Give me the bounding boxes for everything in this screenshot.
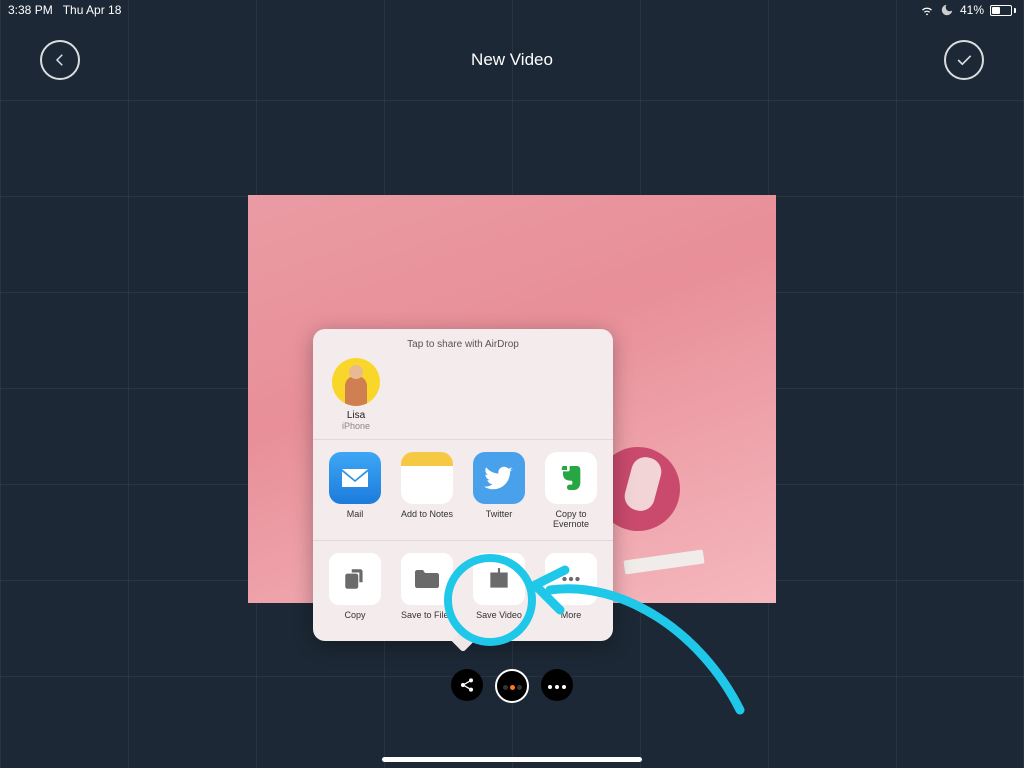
save-video-icon (473, 553, 525, 605)
share-action-save-to-files[interactable]: Save to Files (393, 553, 461, 631)
mail-icon (329, 452, 381, 504)
share-app-notes[interactable]: Add to Notes (393, 452, 461, 530)
folder-icon (401, 553, 453, 605)
airdrop-contact-lisa[interactable]: Lisa iPhone (327, 358, 385, 431)
share-action-more[interactable]: More (537, 553, 605, 631)
battery-icon (990, 5, 1016, 16)
share-sheet: Tap to share with AirDrop Lisa iPhone Ma… (313, 329, 613, 641)
share-icon (459, 677, 475, 693)
share-action-label: Save to Files (401, 611, 453, 631)
wifi-icon (920, 3, 934, 17)
page-title: New Video (471, 50, 553, 70)
arrow-left-icon (51, 51, 69, 69)
battery-percent: 41% (960, 3, 984, 17)
share-app-twitter[interactable]: Twitter (465, 452, 533, 530)
status-bar: 3:38 PM Thu Apr 18 41% (0, 0, 1024, 20)
moon-icon (940, 3, 954, 17)
share-action-label: Save Video (476, 611, 522, 631)
more-icon (545, 553, 597, 605)
share-action-label: More (561, 611, 582, 631)
share-app-evernote[interactable]: Copy to Evernote (537, 452, 605, 530)
avatar (332, 358, 380, 406)
status-date: Thu Apr 18 (63, 3, 122, 17)
dots-icon (502, 677, 523, 695)
airdrop-prompt: Tap to share with AirDrop (327, 339, 599, 350)
share-action-label: Copy (344, 611, 365, 631)
more-button[interactable] (541, 669, 573, 701)
more-dots-icon (547, 676, 568, 694)
status-time: 3:38 PM (8, 3, 53, 17)
share-app-label: Twitter (486, 510, 513, 530)
done-button[interactable] (944, 40, 984, 80)
check-icon (954, 50, 974, 70)
share-app-label: Add to Notes (401, 510, 453, 530)
contact-name: Lisa (347, 410, 365, 421)
header: New Video (0, 30, 1024, 90)
share-action-save-video[interactable]: Save Video (465, 553, 533, 631)
copy-icon (329, 553, 381, 605)
evernote-icon (545, 452, 597, 504)
contact-device: iPhone (342, 421, 370, 431)
twitter-icon (473, 452, 525, 504)
share-app-label: Mail (347, 510, 364, 530)
share-app-label: Copy to Evernote (537, 510, 605, 530)
bottom-toolbar (0, 669, 1024, 703)
share-action-copy[interactable]: Copy (321, 553, 389, 631)
share-button[interactable] (451, 669, 483, 701)
notes-icon (401, 452, 453, 504)
share-app-mail[interactable]: Mail (321, 452, 389, 530)
page-indicator-button[interactable] (495, 669, 529, 703)
home-indicator[interactable] (382, 757, 642, 762)
back-button[interactable] (40, 40, 80, 80)
